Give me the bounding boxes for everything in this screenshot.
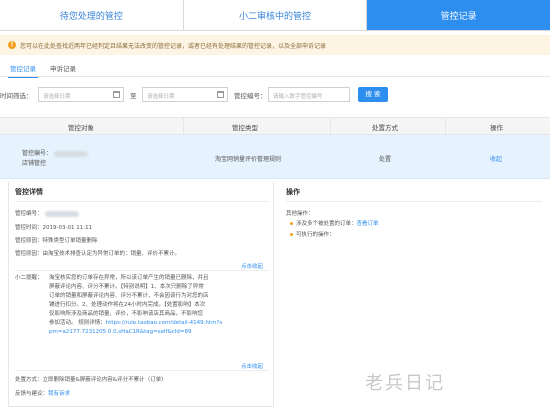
divider — [15, 270, 269, 271]
tab-reviewing[interactable]: 小二审核中的管控 — [183, 0, 368, 30]
filter-bar: 时间筛选： 请选择日期 至 请选择日期 管控编号： 请输入数字管控编号 搜 索 — [0, 87, 550, 103]
divider — [15, 201, 269, 202]
feedback-link[interactable]: 我有诉求 — [48, 391, 70, 397]
row-type: 淘宝网销量评价管理规则 — [215, 156, 282, 163]
tab-pending[interactable]: 待您处理的管控 — [0, 0, 184, 30]
row-object-type: 店铺管控 — [22, 160, 47, 167]
divider — [15, 370, 269, 371]
start-date-placeholder: 请选择日期 — [43, 94, 71, 100]
info-icon: ! — [8, 41, 16, 49]
op-item-orders: 涉及多个被处置的订单：查看订单 — [290, 219, 379, 227]
notice-bar: ! 您可以在此处查找近两年已经判定且结果无法改变的管控记录，或者已经有处理结果的… — [0, 35, 550, 55]
to-label: 至 — [130, 92, 137, 100]
row-object: 管控编号： — [22, 148, 89, 157]
operations-panel: 操作 其他操作： 涉及多个被处置的订单：查看订单 可执行的操作： — [280, 182, 542, 242]
detail-id: 管控编号： — [15, 209, 79, 217]
reminder-label: 小二提醒： — [15, 275, 43, 281]
notice-text: 您可以在此处查找近两年已经判定且结果无法改变的管控记录，或者已经有处理结果的管控… — [20, 42, 327, 50]
table-row: 管控编号： 店铺管控 淘宝网销量评价管理规则 处置 收起 — [0, 135, 550, 179]
redacted-id — [44, 210, 79, 217]
column-divider — [330, 118, 331, 134]
reminder-line: 参加活动。 规则详情：https://rule.taobao.com/detai… — [49, 319, 271, 328]
top-tabs: 待您处理的管控 小二审核中的管控 管控记录 — [0, 0, 550, 31]
detail-title: 管控详情 — [15, 188, 43, 196]
header-operation: 操作 — [490, 124, 503, 132]
detail-reason: 管控原因：特殊类型订单销量删除 — [15, 238, 98, 244]
control-id-input[interactable]: 请输入数字管控编号 — [268, 87, 350, 102]
reminder-line: 仅影响所涉及商品的销量、评价，不影响该店其商品，不影响您 — [49, 311, 204, 317]
table-header: 管控对象 管控类型 处置方式 操作 — [0, 117, 550, 135]
operations-title: 操作 — [286, 188, 300, 196]
calendar-icon — [113, 91, 120, 98]
divider — [286, 201, 542, 202]
tab-records[interactable]: 管控记录 — [367, 0, 550, 30]
reminder-line: 订单的销量和屏蔽评论内容、评分不累计，不会因该行为对您的店 — [49, 293, 209, 299]
other-ops-label: 其他操作： — [286, 211, 314, 217]
watermark: 老兵日记 — [365, 373, 445, 394]
calendar-icon — [217, 91, 224, 98]
collapse-link-2[interactable]: 点击收起 — [241, 362, 263, 370]
start-date-input[interactable]: 请选择日期 — [38, 87, 124, 102]
divider — [0, 76, 550, 77]
view-orders-link[interactable]: 查看订单 — [357, 221, 379, 227]
control-id-placeholder: 请输入数字管控编号 — [273, 94, 323, 100]
header-type: 管控类型 — [232, 124, 258, 132]
rule-link-cont[interactable]: pm=a2177.7231205.0.0.sHaC1R&tag=self&cId… — [49, 328, 271, 337]
time-filter-label: 时间筛选： — [0, 92, 33, 100]
redacted-id — [54, 150, 89, 157]
end-date-input[interactable]: 请选择日期 — [142, 87, 228, 102]
collapse-link[interactable]: 收起 — [490, 154, 502, 163]
reminder-line: 淘宝核实您的订单存在异常，所以该订单产生的销量已删除，并且 — [49, 275, 209, 281]
detail-time: 管控时间：2019-03-01 11:11 — [15, 225, 93, 231]
detail-panel: 管控详情 管控编号： 管控时间：2019-03-01 11:11 管控原因：特殊… — [8, 182, 274, 407]
row-id-label: 管控编号： — [22, 150, 53, 157]
rule-link[interactable]: https://rule.taobao.com/detail-4149.htm?… — [106, 320, 222, 326]
rule-detail-label: 参加活动。 规则详情： — [49, 320, 106, 326]
disposal-method: 处置方式：立即删除销量&屏蔽评论内容&评分不累计（订单） — [15, 377, 167, 383]
feedback: 反馈与建议：我有诉求 — [15, 389, 70, 397]
row-disposal: 处置 — [379, 156, 392, 163]
bullet-icon — [290, 222, 293, 225]
search-button[interactable]: 搜 索 — [358, 87, 388, 102]
detail-cause: 管控原因：由淘宝技术排查认定为异常订单的：销量、评价不累计。 — [15, 251, 181, 257]
op-item-actions: 可执行的操作： — [290, 230, 335, 238]
reminder-line: 铺进行扣分。2、处理动作将在24小时内完成。【处置影响】本次 — [49, 302, 206, 308]
detail-id-label: 管控编号： — [15, 211, 43, 217]
header-disposal: 处置方式 — [372, 124, 398, 132]
op-item-text: 涉及多个被处置的订单： — [296, 221, 357, 227]
reminder-line: 屏蔽评论内容、评分不累计。【特别说明】1、本次只删除了异常 — [49, 284, 204, 290]
bullet-icon — [290, 233, 293, 236]
header-object: 管控对象 — [68, 124, 94, 132]
reminder-text: 淘宝核实您的订单存在异常，所以该订单产生的销量已删除，并且 屏蔽评论内容、评分不… — [49, 274, 271, 337]
op-item-text: 可执行的操作： — [296, 232, 335, 238]
feedback-label: 反馈与建议： — [15, 391, 49, 397]
id-label: 管控编号： — [234, 92, 267, 100]
collapse-link-1[interactable]: 点击收起 — [241, 262, 263, 270]
column-divider — [183, 118, 184, 134]
end-date-placeholder: 请选择日期 — [147, 94, 175, 100]
column-divider — [445, 118, 446, 134]
